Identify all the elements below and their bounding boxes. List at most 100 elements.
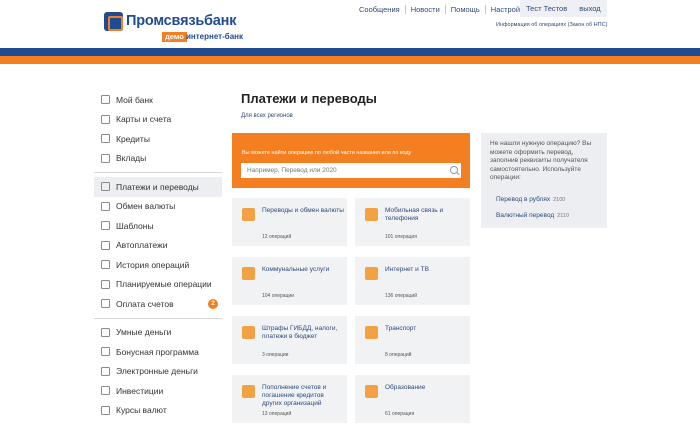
- category-card-transfers[interactable]: Переводы и обмен валюты 12 операций: [232, 198, 347, 246]
- sidebar-item-bonus[interactable]: Бонусная программа: [94, 342, 222, 362]
- bills-count-badge: 2: [208, 299, 218, 309]
- category-card-transport[interactable]: Транспорт 8 операций: [355, 316, 470, 364]
- logo-subtitle: интернет-банк: [186, 32, 243, 41]
- exchange-icon: [101, 201, 110, 211]
- sidebar-item-label: Электронные деньги: [116, 366, 198, 377]
- transfer-icon: [101, 182, 110, 192]
- rates-icon: [101, 405, 110, 415]
- sidebar-item-credits[interactable]: Кредиты: [94, 129, 222, 149]
- education-icon: [365, 385, 378, 398]
- help-link-fx-transfer[interactable]: Валютный перевод 2110: [496, 212, 569, 219]
- card-count: 8 операций: [385, 352, 412, 358]
- sidebar-item-label: Кредиты: [116, 133, 150, 144]
- gavel-icon: [242, 326, 255, 339]
- sidebar-item-label: Мой банк: [116, 94, 153, 105]
- calendar-icon: [101, 279, 110, 289]
- card-title: Мобильная связь и телефония: [385, 207, 444, 222]
- sidebar-item-label: Платежи и переводы: [116, 181, 199, 192]
- category-card-utilities[interactable]: Коммунальные услуги 104 операции: [232, 257, 347, 305]
- help-panel: Не нашли нужную операцию? Вы можете офор…: [481, 133, 607, 228]
- help-link-code: 2110: [557, 213, 569, 219]
- sidebar-item-emoney[interactable]: Электронные деньги: [94, 362, 222, 382]
- chart-icon: [101, 153, 110, 163]
- sidebar-item-deposits[interactable]: Вклады: [94, 149, 222, 169]
- card-title: Пополнение счетов и погашение кредитов д…: [262, 384, 327, 407]
- card-title: Штрафы ГИБДД, налоги, платежи в бюджет: [262, 325, 338, 340]
- bank-logo[interactable]: Промсвязьбанк демо интернет-банк: [104, 12, 243, 42]
- utilities-icon: [242, 267, 255, 280]
- sidebar-item-label: Вклады: [116, 153, 147, 164]
- user-box: Тест Тестов выход: [520, 0, 607, 17]
- demo-badge: демо: [162, 32, 187, 42]
- sidebar-divider: [94, 172, 222, 173]
- home-icon: [101, 95, 110, 105]
- regions-link[interactable]: Для всех регионов: [241, 113, 293, 119]
- nav-news[interactable]: Новости: [406, 5, 446, 14]
- sidebar-item-label: Бонусная программа: [116, 346, 199, 357]
- card-title: Транспорт: [385, 325, 417, 332]
- sidebar-item-autopayments[interactable]: Автоплатежи: [94, 236, 222, 256]
- card-count: 13 операций: [262, 411, 292, 417]
- sidebar-item-rates[interactable]: Курсы валют: [94, 401, 222, 421]
- nav-messages[interactable]: Сообщения: [354, 5, 406, 14]
- history-icon: [101, 260, 110, 270]
- search-hint: Вы можете найти операцию по любой части …: [242, 150, 412, 156]
- card-icon: [101, 114, 110, 124]
- help-link-label: Перевод в рублях: [496, 196, 551, 203]
- sidebar-item-my-bank[interactable]: Мой банк: [94, 90, 222, 110]
- bill-icon: [101, 299, 110, 309]
- sidebar-item-label: Умные деньги: [116, 327, 172, 338]
- help-link-label: Валютный перевод: [496, 212, 555, 219]
- logo-icon: [104, 12, 123, 31]
- header-band-blue: [0, 48, 700, 56]
- sidebar-item-label: Курсы валют: [116, 405, 167, 416]
- card-count: 101 операция: [385, 234, 417, 240]
- category-card-mobile[interactable]: Мобильная связь и телефония 101 операция: [355, 198, 470, 246]
- investment-icon: [101, 386, 110, 396]
- sidebar-item-cards[interactable]: Карты и счета: [94, 110, 222, 130]
- sidebar-item-label: Инвестиции: [116, 385, 164, 396]
- card-title: Интернет и ТВ: [385, 266, 429, 273]
- mobile-icon: [365, 208, 378, 221]
- transfer-icon: [242, 208, 255, 221]
- header-band-orange: [0, 56, 700, 64]
- sidebar-item-history[interactable]: История операций: [94, 255, 222, 275]
- logout-link[interactable]: выход: [579, 4, 600, 13]
- category-card-internet-tv[interactable]: Интернет и ТВ 136 операций: [355, 257, 470, 305]
- sidebar-item-templates[interactable]: Шаблоны: [94, 216, 222, 236]
- help-link-code: 2100: [553, 197, 566, 203]
- card-title: Образование: [385, 384, 426, 391]
- search-input[interactable]: [241, 163, 461, 178]
- sidebar-item-label: История операций: [116, 259, 190, 270]
- card-count: 3 операции: [262, 352, 289, 358]
- card-count: 104 операции: [262, 293, 295, 299]
- sidebar-item-label: Оплата счетов: [116, 298, 174, 309]
- info-link[interactable]: Информация об операциях (Закон об НПС): [496, 22, 607, 28]
- sidebar-item-label: Карты и счета: [116, 114, 172, 125]
- category-card-loans[interactable]: Пополнение счетов и погашение кредитов д…: [232, 375, 347, 423]
- card-count: 136 операций: [385, 293, 418, 299]
- sidebar-item-label: Планируемые операции: [116, 279, 212, 290]
- category-card-fines-taxes[interactable]: Штрафы ГИБДД, налоги, платежи в бюджет 3…: [232, 316, 347, 364]
- sidebar-item-planned[interactable]: Планируемые операции: [94, 275, 222, 295]
- sidebar-item-label: Обмен валюты: [116, 201, 176, 212]
- search-panel: Вы можете найти операцию по любой части …: [232, 133, 470, 188]
- sidebar-item-smart-money[interactable]: Умные деньги: [94, 323, 222, 343]
- sidebar: Мой банк Карты и счета Кредиты Вклады Пл…: [94, 90, 222, 420]
- help-text: Не нашли нужную операцию? Вы можете офор…: [490, 140, 592, 181]
- sidebar-divider: [94, 317, 222, 319]
- tv-icon: [365, 267, 378, 280]
- sidebar-item-label: Шаблоны: [116, 220, 154, 231]
- sidebar-item-payments[interactable]: Платежи и переводы: [94, 177, 222, 197]
- card-title: Переводы и обмен валюты: [262, 207, 344, 214]
- sidebar-item-bills[interactable]: Оплата счетов 2: [94, 294, 222, 314]
- clock-icon: [101, 327, 110, 337]
- sidebar-item-investments[interactable]: Инвестиции: [94, 381, 222, 401]
- search-icon[interactable]: [450, 166, 458, 174]
- user-name[interactable]: Тест Тестов: [520, 4, 567, 13]
- category-card-education[interactable]: Образование 61 операция: [355, 375, 470, 423]
- sidebar-item-label: Автоплатежи: [116, 240, 168, 251]
- sidebar-item-exchange[interactable]: Обмен валюты: [94, 197, 222, 217]
- nav-help[interactable]: Помощь: [446, 5, 486, 14]
- help-link-rub-transfer[interactable]: Перевод в рублях 2100: [496, 196, 565, 203]
